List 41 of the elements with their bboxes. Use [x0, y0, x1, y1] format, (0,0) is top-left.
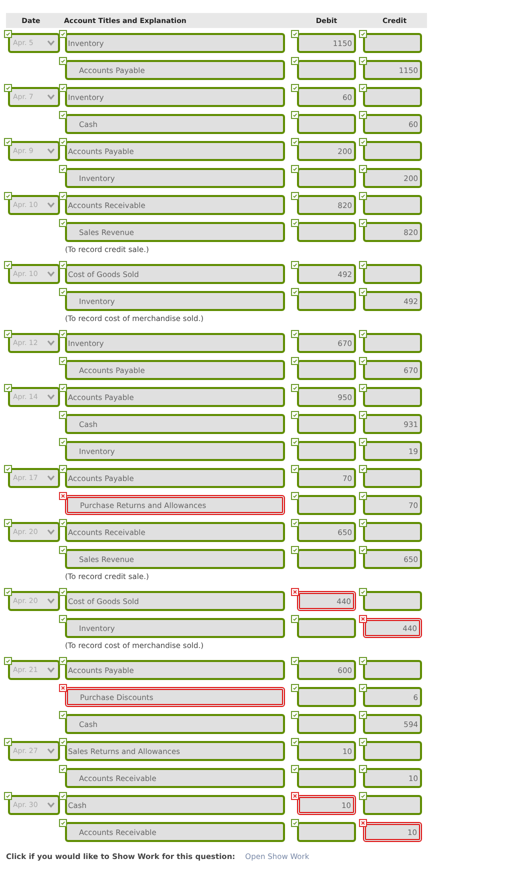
debit-field[interactable] [297, 360, 356, 380]
credit-field[interactable] [363, 591, 422, 611]
credit-field[interactable] [363, 333, 422, 353]
debit-field[interactable] [297, 414, 356, 434]
credit-field[interactable] [363, 468, 422, 488]
debit-field[interactable] [297, 822, 356, 842]
chevron-down-icon [47, 667, 55, 673]
credit-field[interactable] [363, 741, 422, 761]
debit-field[interactable] [297, 714, 356, 734]
debit-field[interactable] [297, 768, 356, 788]
credit-field[interactable] [363, 195, 422, 215]
chevron-down-icon [47, 340, 55, 346]
chevron-down-icon [47, 271, 55, 277]
chevron-down-icon [47, 598, 55, 604]
credit-field[interactable] [363, 33, 422, 53]
debit-field[interactable] [297, 222, 356, 242]
chevron-down-icon [47, 748, 55, 754]
credit-field[interactable] [363, 141, 422, 161]
debit-field[interactable] [297, 618, 356, 638]
debit-field[interactable] [297, 114, 356, 134]
debit-field[interactable] [297, 168, 356, 188]
chevron-down-icon [47, 94, 55, 100]
chevron-down-icon [47, 40, 55, 46]
chevron-down-icon [47, 148, 55, 154]
debit-field[interactable] [297, 441, 356, 461]
credit-field[interactable] [363, 522, 422, 542]
chevron-down-icon [47, 475, 55, 481]
credit-field[interactable] [363, 264, 422, 284]
debit-field[interactable] [297, 291, 356, 311]
credit-field[interactable] [363, 795, 422, 815]
debit-field[interactable] [297, 495, 356, 515]
debit-field[interactable] [297, 687, 356, 707]
debit-field[interactable] [297, 549, 356, 569]
chevron-down-icon [47, 802, 55, 808]
credit-field[interactable] [363, 87, 422, 107]
credit-field[interactable] [363, 660, 422, 680]
chevron-down-icon [47, 529, 55, 535]
debit-field[interactable] [297, 60, 356, 80]
chevron-down-icon [47, 202, 55, 208]
credit-field[interactable] [363, 387, 422, 407]
chevron-down-icon [47, 394, 55, 400]
